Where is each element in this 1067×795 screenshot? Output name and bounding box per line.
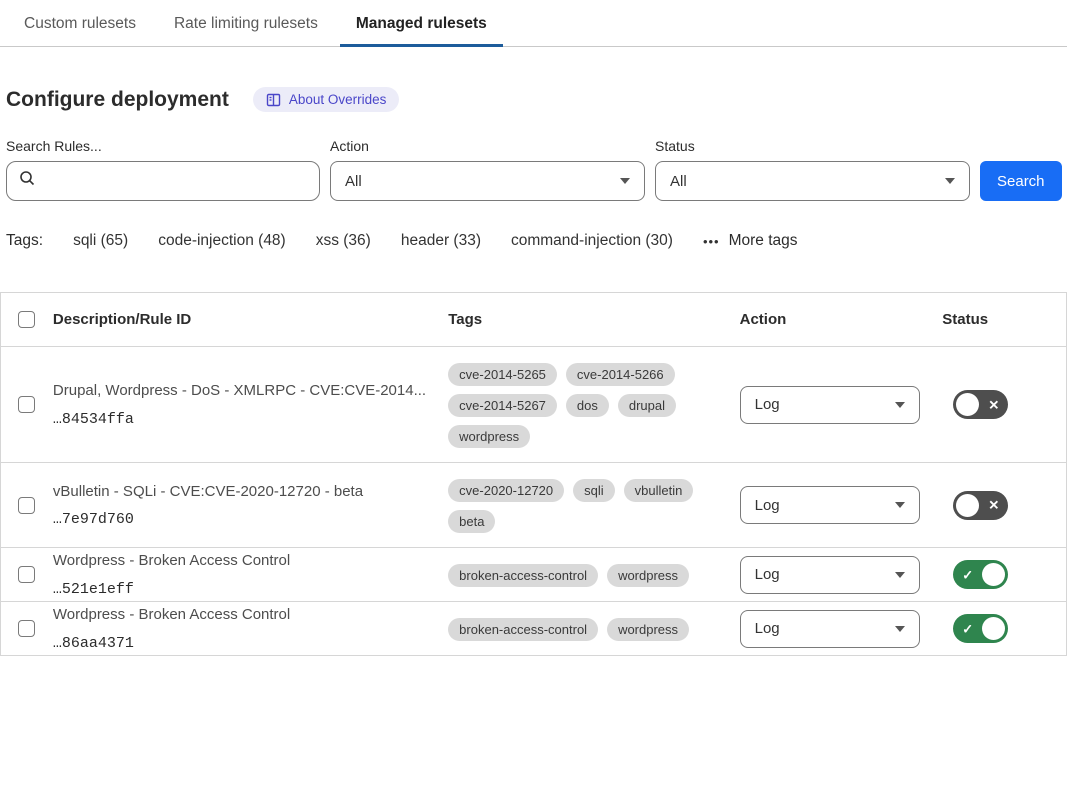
x-icon: ✕ xyxy=(988,499,999,512)
about-overrides-link[interactable]: About Overrides xyxy=(253,87,400,112)
tab-custom-rulesets[interactable]: Custom rulesets xyxy=(8,9,152,46)
row-checkbox[interactable] xyxy=(18,620,35,637)
tag-chip: broken-access-control xyxy=(448,564,598,587)
toggle-knob xyxy=(956,494,979,517)
tag-chip: beta xyxy=(448,510,495,533)
rule-action-select[interactable]: Log xyxy=(740,486,920,524)
tags-bar-label: Tags: xyxy=(6,232,43,250)
action-filter-value: All xyxy=(345,173,362,190)
chevron-down-icon xyxy=(895,402,905,408)
row-checkbox[interactable] xyxy=(18,566,35,583)
status-toggle[interactable]: ✓ ✕ xyxy=(953,491,1008,520)
rule-description: Wordpress - Broken Access Control xyxy=(53,551,428,571)
tag-chip: cve-2014-5266 xyxy=(566,363,675,386)
rule-action-select[interactable]: Log xyxy=(740,386,920,424)
tag-filter-sqli[interactable]: sqli (65) xyxy=(73,232,128,250)
tag-chip: sqli xyxy=(573,479,615,502)
rule-action-value: Log xyxy=(755,497,780,514)
check-icon: ✓ xyxy=(962,568,973,581)
rule-id: …86aa4371 xyxy=(53,635,428,652)
tag-chip: cve-2014-5265 xyxy=(448,363,557,386)
chevron-down-icon xyxy=(895,572,905,578)
more-tags-button[interactable]: ••• More tags xyxy=(703,232,798,250)
about-overrides-label: About Overrides xyxy=(289,92,387,107)
select-all-checkbox[interactable] xyxy=(18,311,35,328)
column-header-action: Action xyxy=(740,311,940,328)
row-checkbox[interactable] xyxy=(18,497,35,514)
table-row: Wordpress - Broken Access Control …521e1… xyxy=(1,548,1066,602)
chevron-down-icon xyxy=(620,178,630,184)
rule-tags: broken-access-control wordpress xyxy=(448,564,729,587)
table-row: vBulletin - SQLi - CVE:CVE-2020-12720 - … xyxy=(1,463,1066,548)
tag-chip: wordpress xyxy=(607,564,689,587)
tab-managed-rulesets[interactable]: Managed rulesets xyxy=(340,9,503,46)
rule-action-value: Log xyxy=(755,566,780,583)
column-header-description: Description/Rule ID xyxy=(53,311,448,328)
rule-action-select[interactable]: Log xyxy=(740,610,920,648)
tag-chip: drupal xyxy=(618,394,676,417)
tab-rate-limiting-rulesets[interactable]: Rate limiting rulesets xyxy=(158,9,334,46)
rule-tags: cve-2020-12720 sqli vbulletin beta xyxy=(448,479,729,533)
toggle-knob xyxy=(956,393,979,416)
rule-description: Drupal, Wordpress - DoS - XMLRPC - CVE:C… xyxy=(53,381,428,401)
rules-table: Description/Rule ID Tags Action Status D… xyxy=(0,292,1067,656)
rule-id: …7e97d760 xyxy=(53,511,428,528)
status-filter-value: All xyxy=(670,173,687,190)
rule-tags: broken-access-control wordpress xyxy=(448,618,729,641)
rule-action-value: Log xyxy=(755,620,780,637)
column-header-status: Status xyxy=(939,311,1066,328)
ellipsis-icon: ••• xyxy=(703,234,720,249)
status-filter-select[interactable]: All xyxy=(655,161,970,201)
rule-action-value: Log xyxy=(755,396,780,413)
table-body: Drupal, Wordpress - DoS - XMLRPC - CVE:C… xyxy=(1,347,1066,655)
chevron-down-icon xyxy=(895,626,905,632)
tag-chip: wordpress xyxy=(607,618,689,641)
rule-description: Wordpress - Broken Access Control xyxy=(53,605,428,625)
ruleset-tabbar: Custom rulesets Rate limiting rulesets M… xyxy=(0,0,1067,47)
rule-description: vBulletin - SQLi - CVE:CVE-2020-12720 - … xyxy=(53,482,428,502)
search-rules-input[interactable] xyxy=(44,173,307,190)
page-title: Configure deployment xyxy=(6,88,229,112)
search-rules-label: Search Rules... xyxy=(6,138,320,154)
table-row: Drupal, Wordpress - DoS - XMLRPC - CVE:C… xyxy=(1,347,1066,463)
more-tags-label: More tags xyxy=(729,232,798,250)
tag-chip: cve-2020-12720 xyxy=(448,479,564,502)
row-checkbox[interactable] xyxy=(18,396,35,413)
tag-filter-xss[interactable]: xss (36) xyxy=(316,232,371,250)
tag-chip: vbulletin xyxy=(624,479,694,502)
status-toggle[interactable]: ✓ ✕ xyxy=(953,560,1008,589)
search-icon xyxy=(19,170,36,192)
table-header-row: Description/Rule ID Tags Action Status xyxy=(1,293,1066,347)
rule-id: …84534ffa xyxy=(53,411,428,428)
search-rules-box xyxy=(6,161,320,201)
rule-tags: cve-2014-5265 cve-2014-5266 cve-2014-5267 d… xyxy=(448,363,729,448)
table-row: Wordpress - Broken Access Control …86aa4… xyxy=(1,602,1066,655)
action-filter-label: Action xyxy=(330,138,645,154)
chevron-down-icon xyxy=(895,502,905,508)
column-header-tags: Tags xyxy=(448,311,739,328)
tag-chip: dos xyxy=(566,394,609,417)
book-icon xyxy=(266,93,281,107)
tag-filter-header[interactable]: header (33) xyxy=(401,232,481,250)
chevron-down-icon xyxy=(945,178,955,184)
tag-chip: broken-access-control xyxy=(448,618,598,641)
toggle-knob xyxy=(982,563,1005,586)
toggle-knob xyxy=(982,617,1005,640)
status-toggle[interactable]: ✓ ✕ xyxy=(953,390,1008,419)
tag-chip: cve-2014-5267 xyxy=(448,394,557,417)
status-toggle[interactable]: ✓ ✕ xyxy=(953,614,1008,643)
tag-filter-command-injection[interactable]: command-injection (30) xyxy=(511,232,673,250)
search-button[interactable]: Search xyxy=(980,161,1062,201)
status-filter-label: Status xyxy=(655,138,970,154)
tag-chip: wordpress xyxy=(448,425,530,448)
action-filter-select[interactable]: All xyxy=(330,161,645,201)
check-icon: ✓ xyxy=(962,622,973,635)
tag-filter-code-injection[interactable]: code-injection (48) xyxy=(158,232,286,250)
rule-id: …521e1eff xyxy=(53,581,428,598)
rule-action-select[interactable]: Log xyxy=(740,556,920,594)
x-icon: ✕ xyxy=(988,398,999,411)
